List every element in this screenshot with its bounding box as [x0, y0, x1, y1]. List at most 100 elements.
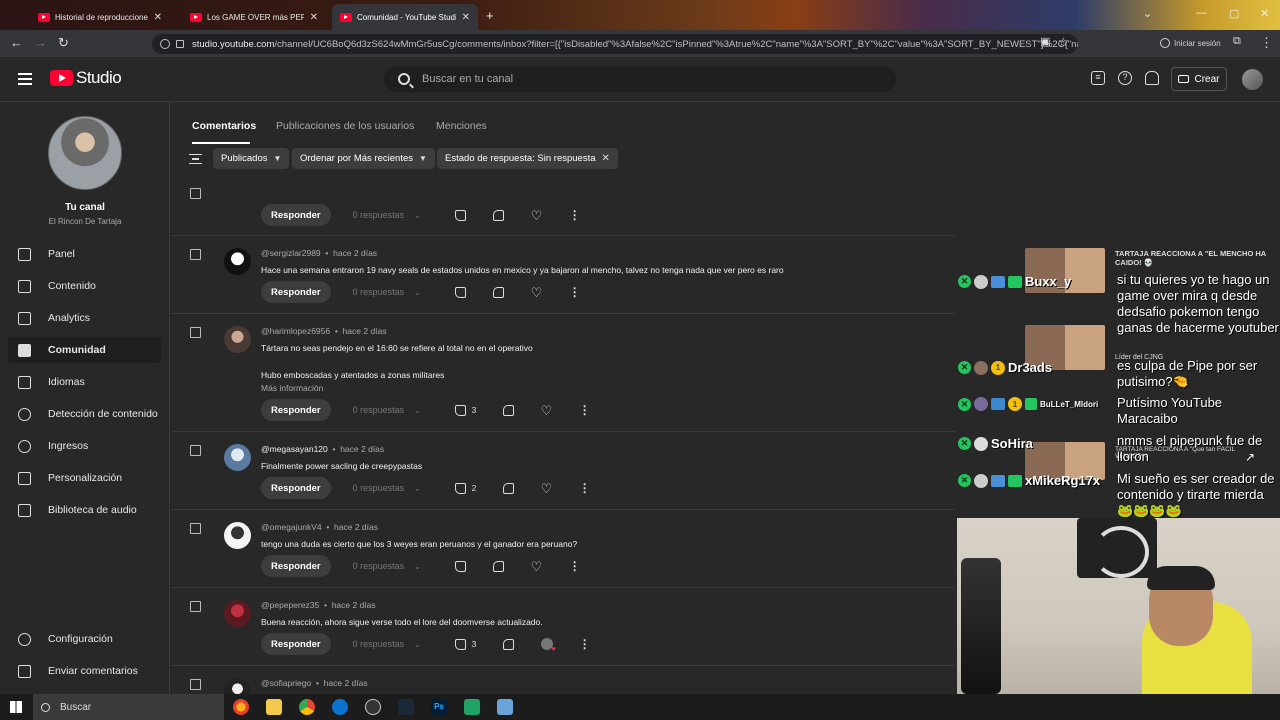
filter-icon[interactable]	[189, 154, 202, 164]
dislike-button[interactable]	[492, 559, 507, 573]
reply-button[interactable]: Responder	[261, 555, 331, 577]
dislike-button[interactable]	[492, 285, 507, 299]
file-explorer-icon[interactable]	[266, 699, 282, 715]
dislike-button[interactable]	[502, 481, 517, 495]
signin-button[interactable]: Iniciar sesión	[1160, 38, 1221, 48]
more-actions-button[interactable]: ⋮	[569, 559, 583, 573]
sidebar-item-settings[interactable]: Configuración	[8, 626, 161, 652]
taskbar-search-input[interactable]: Buscar	[33, 694, 224, 720]
tab-mentions[interactable]: Menciones	[436, 120, 487, 132]
channel-search-input[interactable]: Buscar en tu canal	[384, 66, 896, 92]
browser-tab-studio[interactable]: Comunidad - YouTube Studio ✕	[332, 4, 478, 30]
filter-chip-published[interactable]: Publicados ▼	[213, 148, 290, 169]
close-icon[interactable]: ✕	[462, 12, 470, 23]
minimize-icon[interactable]: —	[1196, 7, 1207, 19]
sidebar-item-customization[interactable]: Personalización	[8, 465, 161, 491]
replies-toggle[interactable]: 0 respuestas ⌄	[353, 639, 439, 649]
sidebar-item-content[interactable]: Contenido	[8, 273, 161, 299]
heart-button[interactable]: ♡	[531, 285, 545, 299]
close-icon[interactable]: ✕	[154, 12, 162, 23]
reply-button[interactable]: Responder	[261, 477, 331, 499]
avatar[interactable]	[224, 248, 251, 275]
replies-toggle[interactable]: 0 respuestas ⌄	[353, 483, 439, 493]
back-arrow-icon[interactable]: ←	[10, 35, 23, 50]
new-tab-plus-icon[interactable]: +	[486, 8, 494, 23]
sidebar-item-languages[interactable]: Idiomas	[8, 369, 161, 395]
reply-button[interactable]: Responder	[261, 633, 331, 655]
reply-button[interactable]: Responder	[261, 204, 331, 226]
reload-icon[interactable]: ↻	[58, 35, 69, 51]
edge-icon[interactable]	[332, 699, 348, 715]
subtitles-icon[interactable]: ≡	[1091, 71, 1105, 85]
reply-button[interactable]: Responder	[261, 399, 331, 421]
chrome-icon[interactable]	[299, 699, 315, 715]
dislike-button[interactable]	[502, 403, 517, 417]
sidebar-item-panel[interactable]: Panel	[8, 241, 161, 267]
bookmark-star-icon[interactable]: ☆	[1058, 35, 1069, 49]
replies-toggle[interactable]: 0 respuestas ⌄	[353, 561, 439, 571]
channel-avatar[interactable]	[48, 116, 122, 190]
replies-toggle[interactable]: 0 respuestas ⌄	[353, 405, 439, 415]
like-button[interactable]	[454, 285, 469, 299]
address-bar[interactable]: studio.youtube.com/channel/UC6BoQ6d3zS62…	[152, 34, 1078, 54]
like-button[interactable]: 3	[454, 637, 479, 651]
window-close-icon[interactable]: ✕	[1260, 7, 1269, 20]
sidebar-item-earnings[interactable]: Ingresos	[8, 433, 161, 459]
more-actions-button[interactable]: ⋮	[579, 637, 593, 651]
more-actions-button[interactable]: ⋮	[579, 403, 593, 417]
close-icon[interactable]: ✕	[310, 12, 318, 23]
comment-author[interactable]: @sofiapriego	[261, 678, 311, 688]
like-button[interactable]	[454, 208, 469, 222]
row-checkbox[interactable]	[190, 445, 201, 456]
browser-tab-history[interactable]: Historial de reproducciones - Yo ✕	[30, 4, 170, 30]
windows-start-icon[interactable]	[10, 701, 22, 713]
heart-button[interactable]: ♡	[531, 208, 545, 222]
avatar[interactable]	[224, 678, 251, 694]
more-actions-button[interactable]: ⋮	[569, 285, 583, 299]
comment-author[interactable]: @pepeperez35	[261, 600, 319, 610]
comment-author[interactable]: @omegajunkV4	[261, 522, 322, 532]
comment-author[interactable]: @harimlopez6956	[261, 326, 330, 336]
tab-comments[interactable]: Comentarios	[192, 120, 256, 132]
replies-toggle[interactable]: 0 respuestas ⌄	[353, 210, 439, 220]
select-all-checkbox[interactable]	[190, 188, 201, 199]
create-button[interactable]: Crear	[1171, 67, 1227, 91]
sidebar-item-audio-library[interactable]: Biblioteca de audio	[8, 497, 161, 523]
dislike-button[interactable]	[502, 637, 517, 651]
row-checkbox[interactable]	[190, 327, 201, 338]
comment-author[interactable]: @megasayan120	[261, 444, 328, 454]
browser-menu-icon[interactable]: ⋮	[1260, 35, 1273, 51]
more-actions-button[interactable]: ⋮	[569, 208, 583, 222]
bell-icon[interactable]	[1145, 71, 1159, 85]
replies-toggle[interactable]: 0 respuestas ⌄	[353, 287, 439, 297]
menu-icon[interactable]	[18, 73, 32, 85]
tab-list-chevron-icon[interactable]: ⌄	[1143, 7, 1152, 20]
filter-chip-reply-status[interactable]: Estado de respuesta: Sin respuesta ✕	[437, 148, 618, 169]
obs-icon[interactable]	[365, 699, 381, 715]
dislike-button[interactable]	[492, 208, 507, 222]
avatar[interactable]	[224, 522, 251, 549]
forward-arrow-icon[interactable]: →	[34, 35, 47, 50]
extensions-icon[interactable]: ⧉	[1233, 35, 1241, 48]
reply-button[interactable]: Responder	[261, 281, 331, 303]
sidebar-item-feedback[interactable]: Enviar comentarios	[8, 658, 161, 684]
more-actions-button[interactable]: ⋮	[579, 481, 593, 495]
sidebar-item-analytics[interactable]: Analytics	[8, 305, 161, 331]
row-checkbox[interactable]	[190, 523, 201, 534]
like-button[interactable]	[454, 559, 469, 573]
browser-tab-gameover[interactable]: Los GAME OVER más PERTURB ✕	[182, 4, 326, 30]
heart-button[interactable]: ♡	[531, 559, 545, 573]
heart-button[interactable]: ♡	[541, 403, 555, 417]
sidebar-item-content-detection[interactable]: Detección de contenido	[8, 401, 161, 427]
app-icon[interactable]	[464, 699, 480, 715]
read-more-link[interactable]: Más información	[261, 383, 323, 393]
creator-heart-button[interactable]: ♥	[540, 637, 556, 653]
studio-logo[interactable]: Studio	[50, 68, 122, 88]
maximize-icon[interactable]: ▢	[1229, 7, 1239, 20]
firefox-icon[interactable]	[233, 699, 249, 715]
steam-icon[interactable]	[398, 699, 414, 715]
like-button[interactable]: 3	[454, 403, 479, 417]
site-info-icon[interactable]	[160, 39, 170, 49]
sidebar-item-community[interactable]: Comunidad	[8, 337, 161, 363]
account-avatar[interactable]	[1242, 69, 1263, 90]
